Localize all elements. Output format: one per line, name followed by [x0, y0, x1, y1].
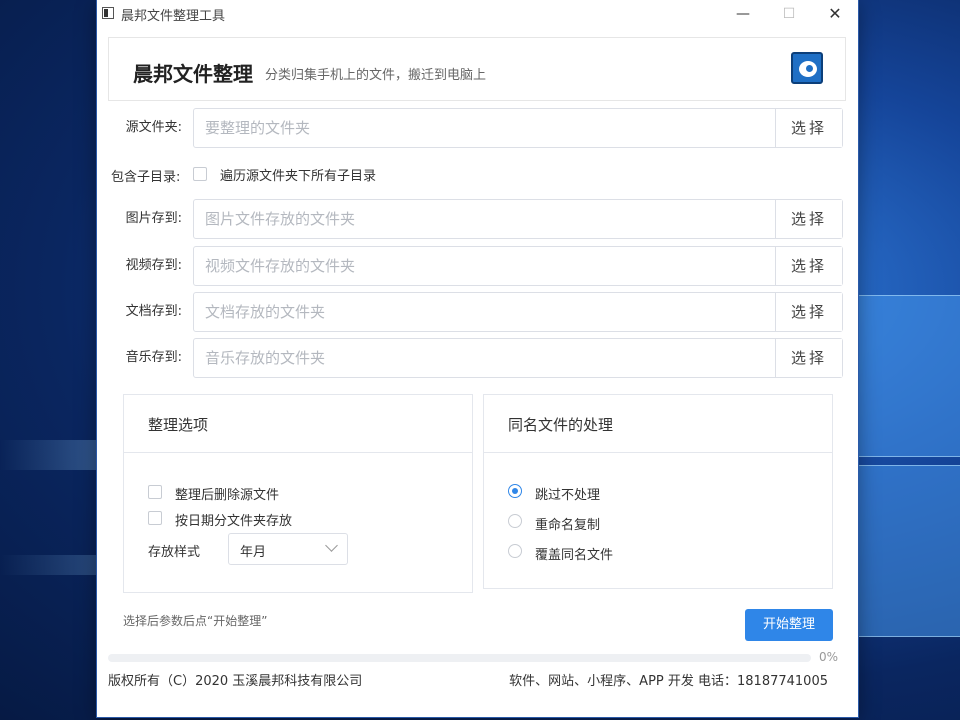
title-bar[interactable]: 晨邦文件整理工具 — ☐ ✕	[97, 0, 858, 28]
document-folder-input[interactable]	[194, 293, 785, 331]
image-folder-choose-button[interactable]: 选择	[775, 200, 842, 238]
music-folder-choose-button[interactable]: 选择	[775, 339, 842, 377]
close-button[interactable]: ✕	[812, 0, 858, 28]
video-folder-field: 选择	[193, 246, 843, 286]
music-folder-row: 音乐存到: 选择	[97, 338, 858, 378]
video-folder-row: 视频存到: 选择	[97, 246, 858, 286]
wallpaper-light-beam	[0, 555, 97, 575]
music-folder-input[interactable]	[194, 339, 785, 377]
image-folder-field: 选择	[193, 199, 843, 239]
storage-style-label: 存放样式	[148, 545, 201, 560]
source-folder-row: 源文件夹: 选择	[97, 108, 858, 148]
app-subtitle: 分类归集手机上的文件，搬迁到电脑上	[265, 68, 487, 83]
image-folder-input[interactable]	[194, 200, 785, 238]
image-folder-label: 图片存到:	[125, 211, 182, 226]
source-folder-input[interactable]	[194, 109, 785, 147]
maximize-button[interactable]: ☐	[766, 0, 812, 28]
progress-percent: 0%	[819, 650, 839, 664]
copyright-text: 版权所有（C）2020 玉溪晨邦科技有限公司	[108, 674, 363, 689]
duplicate-panel-title: 同名文件的处理	[508, 416, 614, 434]
overwrite-radio[interactable]	[508, 544, 522, 558]
source-folder-label: 源文件夹:	[125, 120, 182, 135]
video-folder-label: 视频存到:	[125, 258, 182, 273]
video-folder-input[interactable]	[194, 247, 785, 285]
delete-source-checkbox[interactable]	[148, 485, 162, 499]
include-subdirs-checkbox[interactable]	[193, 167, 207, 181]
window-title: 晨邦文件整理工具	[121, 9, 226, 24]
include-subdirs-text[interactable]: 遍历源文件夹下所有子目录	[220, 165, 376, 184]
app-icon	[102, 7, 114, 19]
document-folder-label: 文档存到:	[125, 304, 182, 319]
image-folder-row: 图片存到: 选择	[97, 199, 858, 239]
rename-label[interactable]: 重命名复制	[535, 514, 600, 533]
rename-radio[interactable]	[508, 514, 522, 528]
minimize-button[interactable]: —	[720, 0, 766, 28]
source-folder-field: 选择	[193, 108, 843, 148]
options-panel: 整理选项 整理后删除源文件 按日期分文件夹存放 存放样式 年月	[123, 394, 473, 593]
contact-text: 软件、网站、小程序、APP 开发 电话：18187741005	[509, 674, 828, 689]
app-name: 晨邦文件整理	[133, 62, 253, 86]
music-folder-field: 选择	[193, 338, 843, 378]
progress-bar	[108, 654, 811, 662]
start-organize-button[interactable]: 开始整理	[745, 609, 833, 641]
include-subdirs-row: 包含子目录: 遍历源文件夹下所有子目录	[97, 160, 858, 188]
source-folder-choose-button[interactable]: 选择	[775, 109, 842, 147]
document-folder-row: 文档存到: 选择	[97, 292, 858, 332]
video-folder-choose-button[interactable]: 选择	[775, 247, 842, 285]
app-window: 晨邦文件整理工具 — ☐ ✕ 晨邦文件整理 分类归集手机上的文件，搬迁到电脑上 …	[97, 0, 858, 717]
date-folder-checkbox[interactable]	[148, 511, 162, 525]
app-header: 晨邦文件整理 分类归集手机上的文件，搬迁到电脑上	[108, 37, 846, 101]
storage-style-select[interactable]: 年月	[228, 533, 348, 565]
wallpaper-window-pane	[858, 295, 960, 457]
wallpaper-window-pane	[858, 465, 960, 637]
options-panel-header: 整理选项	[124, 395, 472, 453]
date-folder-label[interactable]: 按日期分文件夹存放	[175, 510, 292, 529]
chevron-down-icon	[325, 539, 338, 552]
options-panel-title: 整理选项	[148, 416, 209, 434]
wallpaper-light-beam	[0, 440, 97, 470]
include-subdirs-label: 包含子目录:	[111, 170, 181, 185]
overwrite-label[interactable]: 覆盖同名文件	[535, 544, 613, 563]
skip-label[interactable]: 跳过不处理	[535, 484, 600, 503]
document-folder-choose-button[interactable]: 选择	[775, 293, 842, 331]
eye-logo-icon	[791, 52, 823, 84]
storage-style-value: 年月	[240, 545, 267, 560]
delete-source-label[interactable]: 整理后删除源文件	[175, 484, 279, 503]
duplicate-handling-panel: 同名文件的处理 跳过不处理 重命名复制 覆盖同名文件	[483, 394, 833, 589]
document-folder-field: 选择	[193, 292, 843, 332]
skip-radio[interactable]	[508, 484, 522, 498]
hint-text: 选择后参数后点“开始整理”	[123, 614, 268, 628]
duplicate-panel-header: 同名文件的处理	[484, 395, 832, 453]
music-folder-label: 音乐存到:	[125, 350, 182, 365]
